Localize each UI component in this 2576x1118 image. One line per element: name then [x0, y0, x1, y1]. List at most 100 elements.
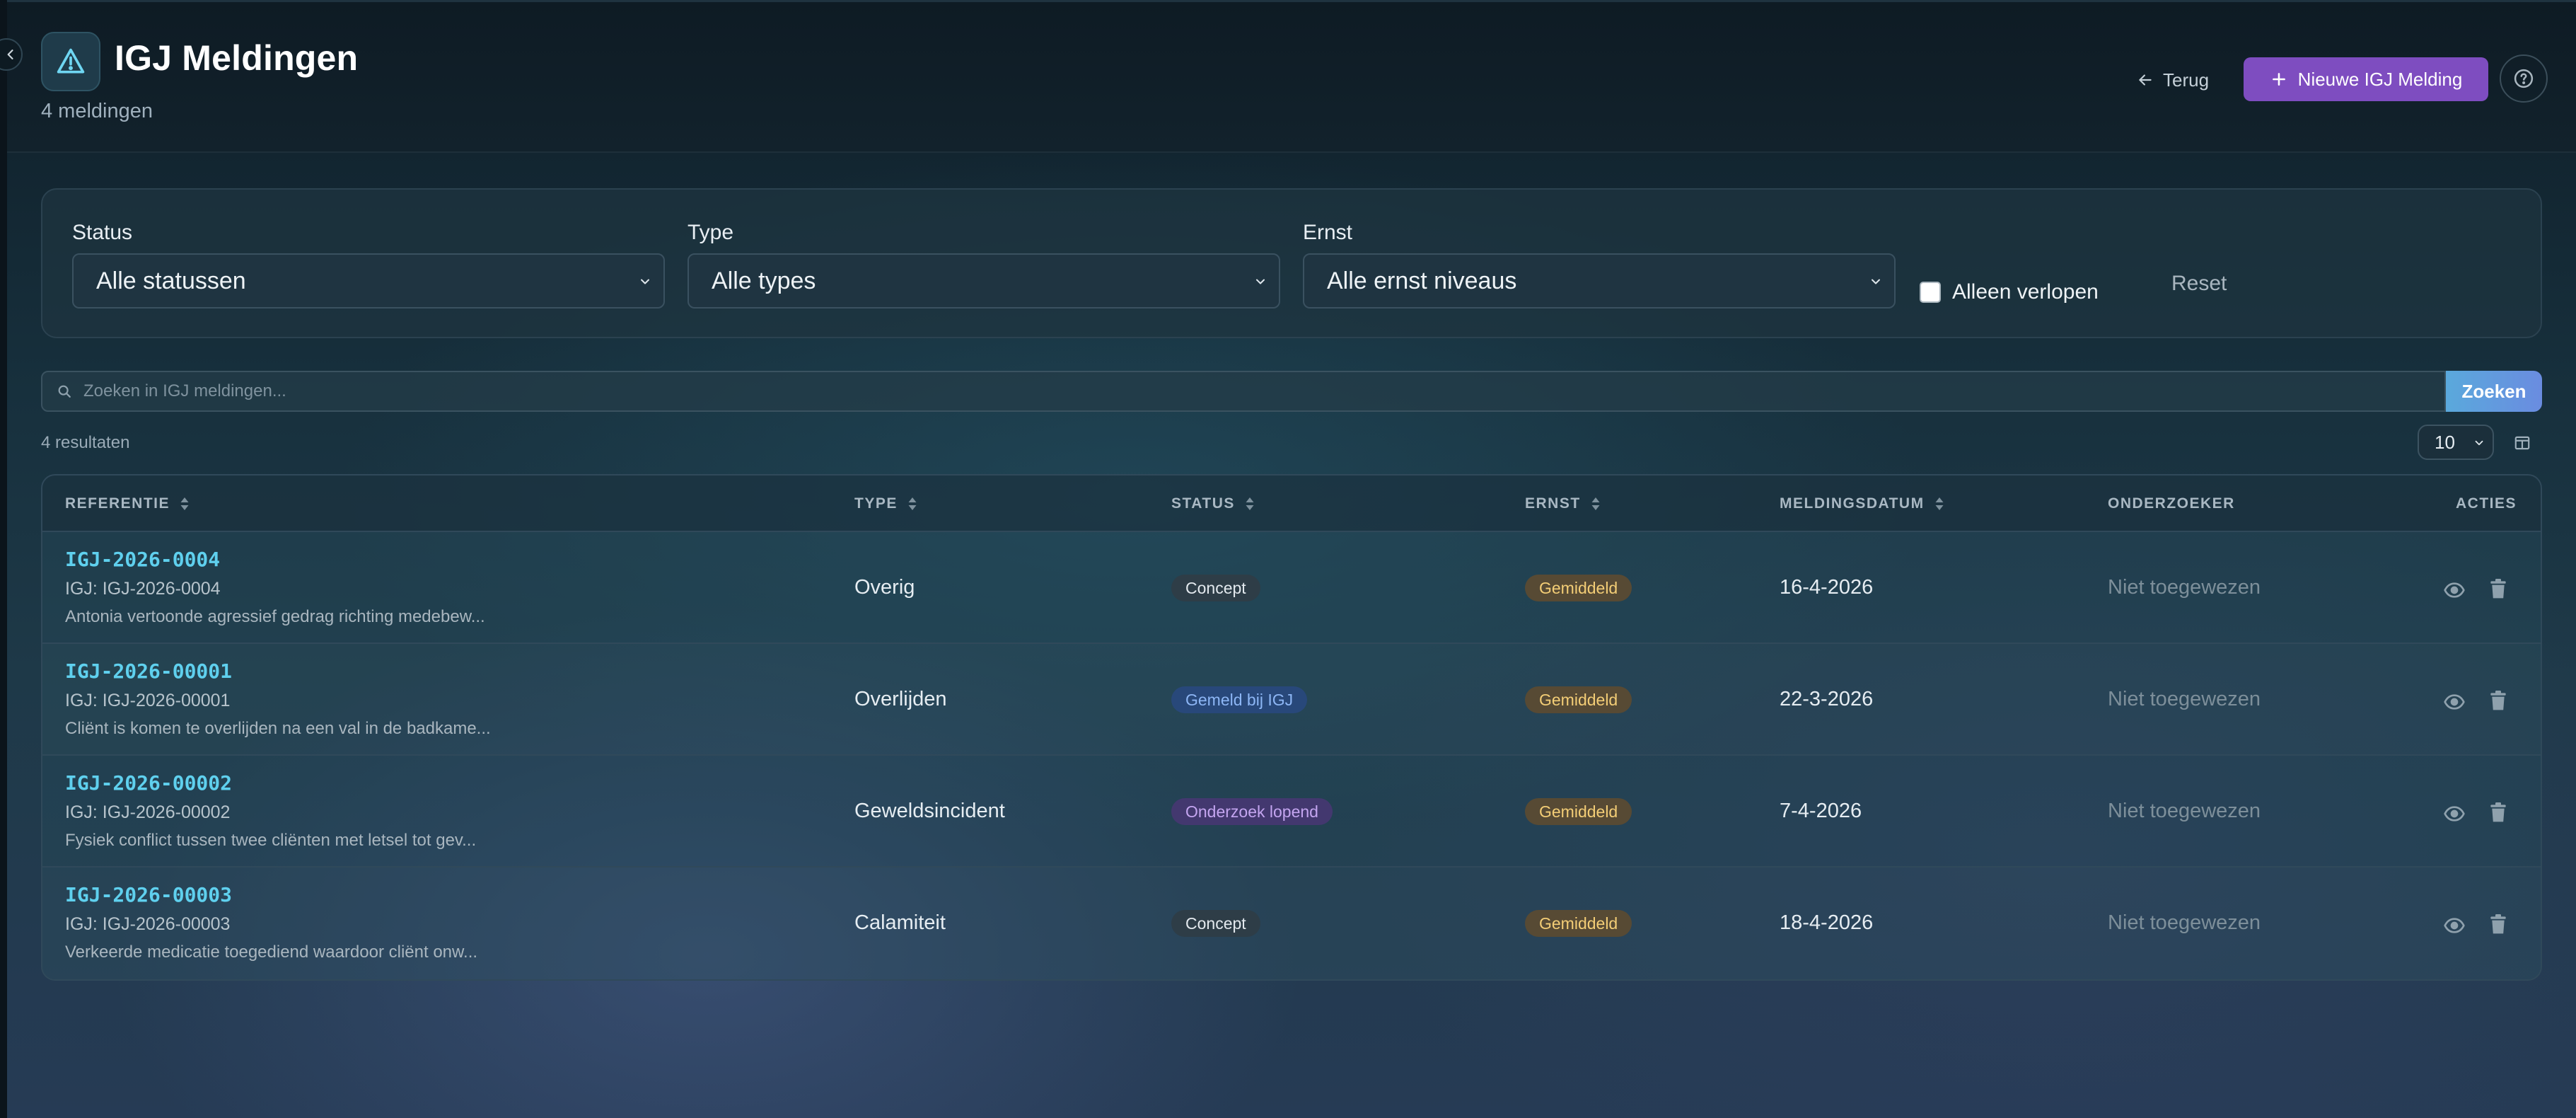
- column-header-date[interactable]: MELDINGSDATUM: [1780, 495, 1944, 512]
- back-button-label: Terug: [2163, 69, 2210, 91]
- table-row[interactable]: IGJ-2026-00002 IGJ: IGJ-2026-00002 Fysie…: [42, 756, 2541, 868]
- columns-icon: [2514, 436, 2530, 450]
- page-size-value: 10: [2435, 431, 2455, 453]
- status-badge: Concept: [1171, 910, 1260, 937]
- eye-icon[interactable]: [2443, 691, 2466, 713]
- reset-button[interactable]: Reset: [2171, 272, 2227, 296]
- result-count: 4 resultaten: [41, 433, 130, 452]
- question-circle-icon: [2514, 69, 2534, 88]
- expired-only-label: Alleen verlopen: [1952, 280, 2099, 304]
- severity-filter-value: Alle ernst niveaus: [1327, 267, 1517, 294]
- sort-icon: [180, 497, 189, 510]
- igj-reference: IGJ: IGJ-2026-0004: [65, 579, 221, 599]
- reference-link[interactable]: IGJ-2026-0004: [65, 548, 220, 571]
- help-button[interactable]: [2500, 54, 2548, 103]
- page-size-select[interactable]: 10: [2418, 425, 2494, 460]
- sort-icon: [908, 497, 917, 510]
- investigator-cell: Niet toegewezen: [2108, 576, 2261, 599]
- table-row[interactable]: IGJ-2026-00001 IGJ: IGJ-2026-00001 Cliën…: [42, 644, 2541, 756]
- trash-icon[interactable]: [2488, 801, 2508, 824]
- new-button-label: Nieuwe IGJ Melding: [2297, 68, 2463, 90]
- igj-reference: IGJ: IGJ-2026-00002: [65, 802, 231, 822]
- column-header-label: MELDINGSDATUM: [1780, 495, 1925, 512]
- column-header-label: ERNST: [1525, 495, 1581, 512]
- investigator-cell: Niet toegewezen: [2108, 688, 2261, 710]
- type-filter-label: Type: [687, 221, 734, 244]
- type-cell: Geweldsincident: [854, 800, 1005, 822]
- expired-only-toggle[interactable]: Alleen verlopen: [1920, 280, 2099, 304]
- description: Fysiek conflict tussen twee cliënten met…: [65, 831, 477, 850]
- column-header-status[interactable]: STATUS: [1171, 495, 1255, 512]
- column-header-severity[interactable]: ERNST: [1525, 495, 1601, 512]
- page-subtitle: 4 meldingen: [41, 100, 153, 122]
- search-button[interactable]: Zoeken: [2446, 371, 2542, 412]
- status-badge: Onderzoek lopend: [1171, 798, 1333, 825]
- chevron-down-icon: [1256, 279, 1265, 284]
- chevron-down-icon: [2475, 440, 2483, 446]
- column-header-label: ACTIES: [2456, 495, 2517, 512]
- status-badge: Gemeld bij IGJ: [1171, 686, 1308, 713]
- status-filter-value: Alle statussen: [96, 267, 246, 294]
- column-header-label: ONDERZOEKER: [2108, 495, 2235, 512]
- chevron-down-icon: [641, 279, 649, 284]
- trash-icon[interactable]: [2488, 689, 2508, 712]
- back-button[interactable]: Terug: [2136, 64, 2209, 96]
- table-header: REFERENTIE TYPE STATUS ERNST MELDINGSDAT…: [42, 476, 2541, 532]
- app-logo: [41, 32, 100, 91]
- trash-icon[interactable]: [2488, 577, 2508, 600]
- igj-reference: IGJ: IGJ-2026-00003: [65, 914, 231, 934]
- severity-filter-label: Ernst: [1303, 221, 1353, 244]
- description: Cliënt is komen te overlijden na een val…: [65, 719, 491, 738]
- new-igj-melding-button[interactable]: Nieuwe IGJ Melding: [2244, 57, 2488, 101]
- chevron-down-icon: [1872, 279, 1880, 284]
- table-row[interactable]: IGJ-2026-00003 IGJ: IGJ-2026-00003 Verke…: [42, 868, 2541, 979]
- date-cell: 16-4-2026: [1780, 576, 1874, 599]
- column-header-type[interactable]: TYPE: [854, 495, 917, 512]
- trash-icon[interactable]: [2488, 913, 2508, 935]
- filter-panel: Status Alle statussen Type Alle types Er…: [41, 188, 2542, 338]
- type-cell: Overlijden: [854, 688, 947, 710]
- date-cell: 22-3-2026: [1780, 688, 1874, 710]
- date-cell: 18-4-2026: [1780, 911, 1874, 934]
- type-cell: Overig: [854, 576, 915, 599]
- column-header-investigator: ONDERZOEKER: [2108, 495, 2235, 512]
- plus-icon: [2272, 73, 2285, 86]
- search-bar: [41, 371, 2446, 412]
- column-header-reference[interactable]: REFERENTIE: [65, 495, 190, 512]
- page-title: IGJ Meldingen: [115, 38, 359, 78]
- investigator-cell: Niet toegewezen: [2108, 800, 2261, 822]
- columns-toggle-button[interactable]: [2511, 432, 2534, 454]
- eye-icon[interactable]: [2443, 914, 2466, 937]
- reference-link[interactable]: IGJ-2026-00003: [65, 883, 232, 906]
- column-header-label: STATUS: [1171, 495, 1235, 512]
- column-header-label: REFERENTIE: [65, 495, 170, 512]
- status-filter-select[interactable]: Alle statussen: [72, 253, 665, 309]
- date-cell: 7-4-2026: [1780, 800, 1862, 822]
- description: Verkeerde medicatie toegediend waardoor …: [65, 943, 478, 962]
- expired-only-checkbox[interactable]: [1920, 282, 1941, 303]
- reference-link[interactable]: IGJ-2026-00002: [65, 771, 232, 795]
- column-header-actions: ACTIES: [2456, 495, 2517, 512]
- severity-badge: Gemiddeld: [1525, 798, 1632, 825]
- type-filter-select[interactable]: Alle types: [687, 253, 1280, 309]
- sort-icon: [1935, 497, 1944, 510]
- severity-filter-select[interactable]: Alle ernst niveaus: [1303, 253, 1896, 309]
- severity-badge: Gemiddeld: [1525, 686, 1632, 713]
- search-icon: [57, 384, 72, 399]
- page-header: IGJ Meldingen 4 meldingen Terug Nieuwe I…: [7, 0, 2576, 153]
- description: Antonia vertoonde agressief gedrag richt…: [65, 607, 485, 626]
- left-rail: [0, 0, 7, 1118]
- triangle-warning-icon: [57, 48, 85, 74]
- investigator-cell: Niet toegewezen: [2108, 911, 2261, 934]
- status-badge: Concept: [1171, 575, 1260, 601]
- search-input[interactable]: [82, 381, 2444, 402]
- arrow-left-icon: [2139, 74, 2152, 86]
- eye-icon[interactable]: [2443, 802, 2466, 825]
- type-filter-value: Alle types: [712, 267, 816, 294]
- reference-link[interactable]: IGJ-2026-00001: [65, 659, 232, 683]
- table-row[interactable]: IGJ-2026-0004 IGJ: IGJ-2026-0004 Antonia…: [42, 532, 2541, 644]
- type-cell: Calamiteit: [854, 911, 946, 934]
- status-filter-label: Status: [72, 221, 133, 244]
- eye-icon[interactable]: [2443, 579, 2466, 601]
- igj-reference: IGJ: IGJ-2026-00001: [65, 691, 231, 710]
